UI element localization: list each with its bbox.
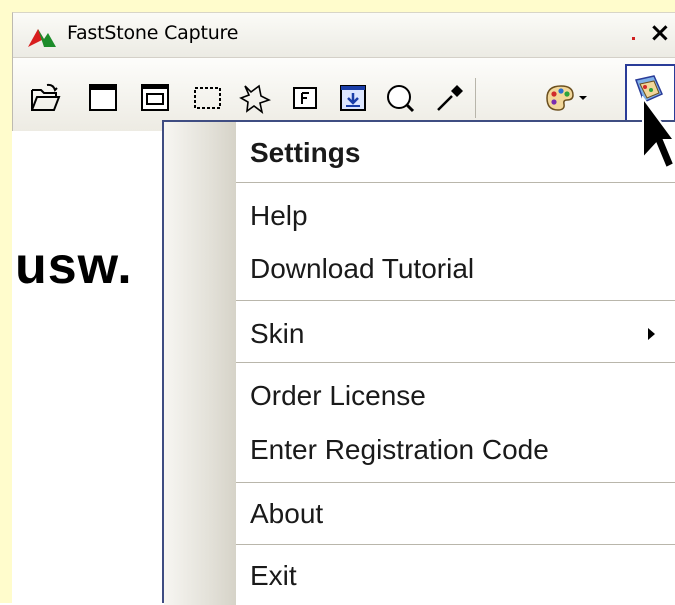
menu-separator bbox=[236, 300, 675, 301]
dropdown-menu: Settings Help Download Tutorial Skin Ord… bbox=[162, 120, 675, 605]
menu-item-label: Order License bbox=[250, 380, 426, 411]
faststone-logo-icon bbox=[28, 25, 58, 51]
menu-item-label: Exit bbox=[250, 560, 297, 591]
color-picker-icon bbox=[437, 85, 463, 111]
menu-item-skin[interactable]: Skin bbox=[236, 302, 675, 362]
menu-item-settings[interactable]: Settings bbox=[236, 122, 675, 182]
output-palette-button[interactable] bbox=[541, 80, 589, 116]
menu-separator bbox=[236, 182, 675, 183]
menu-item-about[interactable]: About bbox=[236, 484, 675, 544]
menu-separator bbox=[236, 362, 675, 363]
capture-freehand-button[interactable] bbox=[237, 80, 273, 116]
menu-icon-strip bbox=[164, 122, 236, 605]
mouse-pointer-icon bbox=[640, 94, 675, 184]
menu-item-label: Settings bbox=[250, 137, 361, 168]
capture-window-button[interactable] bbox=[85, 80, 121, 116]
capture-fullscreen-button[interactable] bbox=[287, 80, 323, 116]
overlay-caption: usw. bbox=[15, 237, 133, 295]
menu-item-label: Help bbox=[250, 200, 308, 231]
window-title: FastStone Capture bbox=[67, 22, 239, 44]
app-window: FastStone Capture × bbox=[12, 12, 675, 131]
capture-object-icon bbox=[141, 84, 169, 111]
capture-rectangle-button[interactable] bbox=[189, 80, 225, 116]
capture-scrolling-icon bbox=[340, 85, 366, 111]
capture-freehand-icon bbox=[239, 84, 271, 114]
capture-fullscreen-icon bbox=[293, 87, 317, 109]
menu-item-order-license[interactable]: Order License bbox=[236, 364, 675, 422]
capture-rectangle-icon bbox=[194, 87, 221, 109]
capture-scrolling-button[interactable] bbox=[335, 80, 371, 116]
menu-item-label: About bbox=[250, 498, 324, 529]
open-file-button[interactable] bbox=[27, 80, 63, 116]
indicator-dot bbox=[632, 37, 635, 40]
menu-item-enter-registration-code[interactable]: Enter Registration Code bbox=[236, 422, 675, 480]
menu-item-label: Download Tutorial bbox=[250, 253, 475, 284]
output-palette-icon bbox=[546, 85, 587, 111]
background-top-band bbox=[0, 0, 675, 12]
menu-item-download-tutorial[interactable]: Download Tutorial bbox=[236, 238, 675, 298]
open-file-icon bbox=[31, 83, 61, 111]
capture-object-button[interactable] bbox=[137, 80, 173, 116]
menu-separator bbox=[236, 482, 675, 483]
menu-item-label: Skin bbox=[250, 318, 305, 349]
magnifier-icon bbox=[387, 85, 415, 113]
color-picker-button[interactable] bbox=[431, 80, 467, 116]
menu-item-label: Enter Registration Code bbox=[250, 434, 549, 465]
background-strip bbox=[0, 0, 12, 603]
title-bar: FastStone Capture × bbox=[13, 13, 675, 58]
submenu-arrow-icon bbox=[648, 328, 655, 340]
toolbar-separator bbox=[475, 78, 476, 118]
capture-window-icon bbox=[89, 84, 117, 111]
magnifier-button[interactable] bbox=[383, 80, 419, 116]
menu-item-exit[interactable]: Exit bbox=[236, 546, 675, 605]
menu-item-help[interactable]: Help bbox=[236, 184, 675, 238]
menu-separator bbox=[236, 544, 675, 545]
close-button[interactable]: × bbox=[649, 18, 671, 48]
